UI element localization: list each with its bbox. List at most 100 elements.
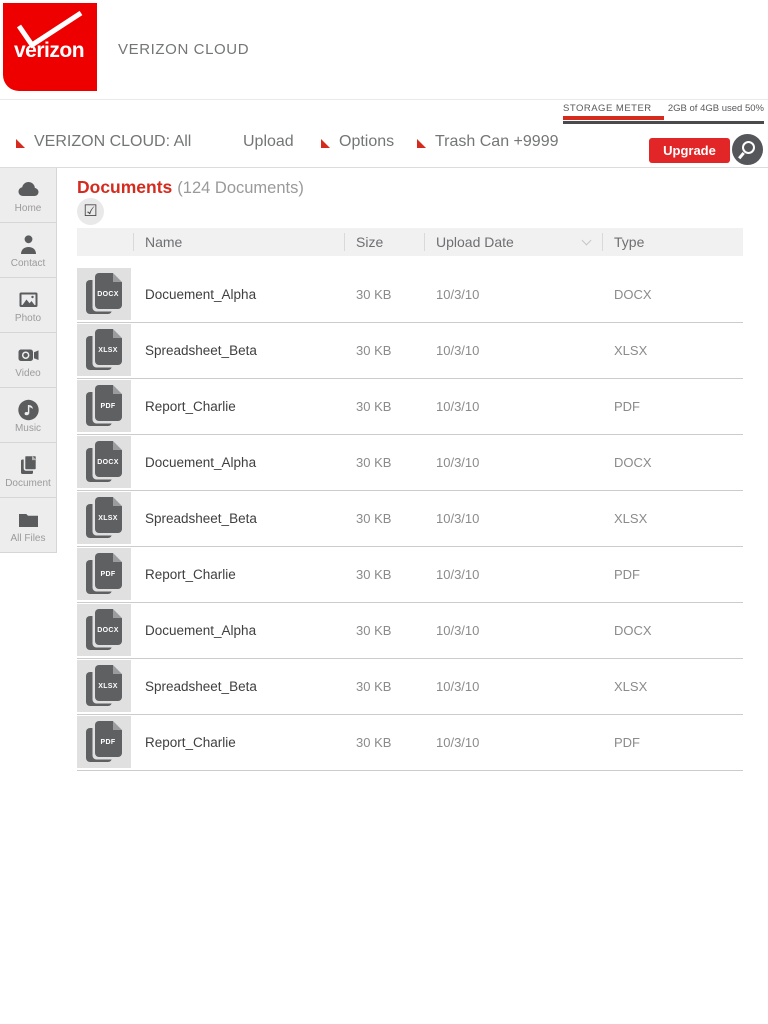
file-type-icon: PDF bbox=[77, 716, 131, 768]
file-type-icon: DOCX bbox=[77, 268, 131, 320]
table-row[interactable]: DOCX Docuement_Alpha 30 KB 10/3/10 DOCX bbox=[77, 267, 743, 323]
storage-meter-label: STORAGE METER bbox=[563, 103, 652, 114]
sidebar-item-home[interactable]: Home bbox=[0, 168, 57, 223]
file-name: Report_Charlie bbox=[133, 399, 344, 414]
file-type-icon: DOCX bbox=[77, 604, 131, 656]
document-front-page-icon: XLSX bbox=[95, 497, 122, 533]
file-type: PDF bbox=[602, 735, 743, 750]
trash-can-dropdown[interactable]: Trash Can +9999 bbox=[417, 133, 558, 151]
file-type: PDF bbox=[602, 567, 743, 582]
sidebar-item-label: Video bbox=[15, 369, 40, 379]
file-size: 30 KB bbox=[344, 399, 424, 414]
red-triangle-icon bbox=[321, 139, 330, 148]
sidebar-item-document[interactable]: Document bbox=[0, 443, 57, 498]
file-name: Docuement_Alpha bbox=[133, 623, 344, 638]
file-name: Spreadsheet_Beta bbox=[133, 511, 344, 526]
file-upload-date: 10/3/10 bbox=[424, 679, 602, 694]
file-size: 30 KB bbox=[344, 567, 424, 582]
table-row[interactable]: DOCX Docuement_Alpha 30 KB 10/3/10 DOCX bbox=[77, 435, 743, 491]
table-row[interactable]: XLSX Spreadsheet_Beta 30 KB 10/3/10 XLSX bbox=[77, 491, 743, 547]
document-count: (124 Documents) bbox=[177, 179, 304, 197]
checkbox-check-icon: ☑ bbox=[83, 204, 97, 220]
search-icon bbox=[732, 134, 763, 165]
file-size: 30 KB bbox=[344, 511, 424, 526]
file-type: XLSX bbox=[602, 679, 743, 694]
nav-location-label: VERIZON CLOUD: All bbox=[34, 133, 191, 151]
file-type: DOCX bbox=[602, 623, 743, 638]
file-name: Report_Charlie bbox=[133, 735, 344, 750]
table-row[interactable]: PDF Report_Charlie 30 KB 10/3/10 PDF bbox=[77, 379, 743, 435]
storage-usage-text: 2GB of 4GB used 50% bbox=[668, 103, 764, 114]
column-header-name[interactable]: Name bbox=[133, 228, 344, 256]
document-icon bbox=[15, 452, 42, 478]
file-type-icon: DOCX bbox=[77, 436, 131, 488]
file-size: 30 KB bbox=[344, 287, 424, 302]
file-type: DOCX bbox=[602, 455, 743, 470]
column-header-type[interactable]: Type bbox=[602, 228, 743, 256]
page-title: Documents bbox=[77, 177, 172, 197]
select-all-button[interactable]: ☑ bbox=[77, 198, 104, 225]
sidebar-item-label: All Files bbox=[10, 534, 45, 544]
document-front-page-icon: PDF bbox=[95, 385, 122, 421]
file-size: 30 KB bbox=[344, 455, 424, 470]
verizon-logo[interactable]: verizon bbox=[3, 3, 97, 91]
sidebar-item-music[interactable]: Music bbox=[0, 388, 57, 443]
music-icon bbox=[15, 397, 42, 423]
sidebar-item-all-files[interactable]: All Files bbox=[0, 498, 57, 553]
file-type: PDF bbox=[602, 399, 743, 414]
upgrade-button[interactable]: Upgrade bbox=[649, 138, 730, 163]
red-triangle-icon bbox=[417, 139, 426, 148]
table-row[interactable]: PDF Report_Charlie 30 KB 10/3/10 PDF bbox=[77, 715, 743, 771]
options-dropdown[interactable]: Options bbox=[321, 133, 394, 151]
video-icon bbox=[15, 342, 42, 368]
cloud-icon bbox=[15, 177, 42, 203]
column-header-upload-date[interactable]: Upload Date bbox=[424, 228, 602, 256]
sidebar: Home Contact Photo Video Music Document bbox=[0, 168, 57, 553]
file-name: Spreadsheet_Beta bbox=[133, 679, 344, 694]
table-row[interactable]: XLSX Spreadsheet_Beta 30 KB 10/3/10 XLSX bbox=[77, 323, 743, 379]
file-name: Report_Charlie bbox=[133, 567, 344, 582]
sidebar-item-label: Music bbox=[15, 424, 41, 434]
column-header-size[interactable]: Size bbox=[344, 228, 424, 256]
table-header: Name Size Upload Date Type bbox=[77, 228, 743, 256]
documents-table: Name Size Upload Date Type DOCX Docuemen… bbox=[77, 228, 743, 771]
document-front-page-icon: DOCX bbox=[95, 441, 122, 477]
nav-location-dropdown[interactable]: VERIZON CLOUD: All bbox=[16, 133, 191, 151]
file-upload-date: 10/3/10 bbox=[424, 455, 602, 470]
document-front-page-icon: XLSX bbox=[95, 329, 122, 365]
file-format-badge: PDF bbox=[101, 403, 116, 410]
file-format-badge: XLSX bbox=[98, 347, 117, 354]
storage-used-bar bbox=[563, 116, 664, 120]
file-format-badge: DOCX bbox=[97, 291, 118, 298]
table-row[interactable]: DOCX Docuement_Alpha 30 KB 10/3/10 DOCX bbox=[77, 603, 743, 659]
document-front-page-icon: DOCX bbox=[95, 609, 122, 645]
file-type-icon: XLSX bbox=[77, 492, 131, 544]
content-header: Documents(124 Documents) ☑ bbox=[77, 187, 743, 215]
file-type: XLSX bbox=[602, 343, 743, 358]
file-upload-date: 10/3/10 bbox=[424, 567, 602, 582]
storage-meter: STORAGE METER 2GB of 4GB used 50% bbox=[563, 103, 764, 124]
options-label: Options bbox=[339, 133, 394, 151]
search-button[interactable] bbox=[732, 134, 763, 165]
file-name: Docuement_Alpha bbox=[133, 455, 344, 470]
file-type-icon: PDF bbox=[77, 548, 131, 600]
sidebar-item-label: Photo bbox=[15, 314, 41, 324]
photo-icon bbox=[15, 287, 42, 313]
app-header: verizon VERIZON CLOUD bbox=[0, 0, 768, 100]
file-format-badge: DOCX bbox=[97, 459, 118, 466]
app-title: VERIZON CLOUD bbox=[118, 41, 249, 58]
file-type: XLSX bbox=[602, 511, 743, 526]
sidebar-item-contact[interactable]: Contact bbox=[0, 223, 57, 278]
upload-button[interactable]: Upload bbox=[243, 133, 294, 151]
sidebar-item-photo[interactable]: Photo bbox=[0, 278, 57, 333]
main-content: Documents(124 Documents) ☑ Name Size Upl… bbox=[57, 168, 768, 771]
sidebar-item-video[interactable]: Video bbox=[0, 333, 57, 388]
file-type-icon: PDF bbox=[77, 380, 131, 432]
table-row[interactable]: XLSX Spreadsheet_Beta 30 KB 10/3/10 XLSX bbox=[77, 659, 743, 715]
sort-chevron-down-icon[interactable] bbox=[582, 236, 592, 246]
column-icon-spacer bbox=[77, 228, 133, 256]
person-icon bbox=[15, 232, 42, 258]
file-name: Docuement_Alpha bbox=[133, 287, 344, 302]
file-format-badge: XLSX bbox=[98, 515, 117, 522]
table-row[interactable]: PDF Report_Charlie 30 KB 10/3/10 PDF bbox=[77, 547, 743, 603]
